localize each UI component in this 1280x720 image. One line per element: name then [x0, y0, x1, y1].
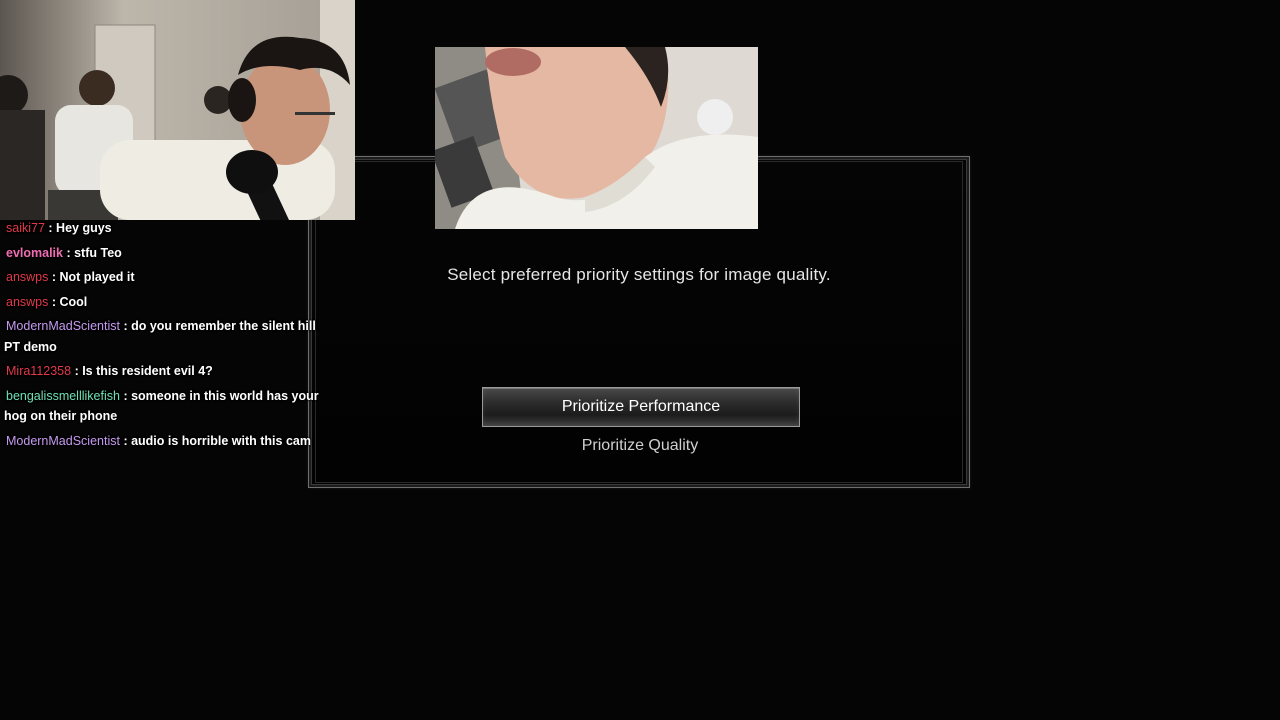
chat-username: saiki77: [6, 221, 45, 235]
chat-username: ModernMadScientist: [6, 319, 120, 333]
chat-username: answps: [6, 270, 49, 284]
chat-username: Mira112358: [6, 364, 72, 378]
chat-text: : audio is horrible with this cam: [123, 433, 311, 448]
chat-message: ModernMadScientist : audio is horrible w…: [4, 431, 320, 452]
chat-username: evlomalik: [6, 245, 63, 260]
chat-username: ModernMadScientist: [6, 433, 120, 448]
chat-message: bengalissmelllikefish : someone in this …: [4, 386, 320, 427]
chat-text: : Is this resident evil 4?: [74, 364, 213, 378]
chat-message: answps : Not played it: [4, 267, 320, 288]
chat-message: answps : Cool: [4, 292, 320, 313]
chat-text: : Hey guys: [48, 221, 112, 235]
chat-overlay: saiki77 : Hey guys evlomalik : stfu Teo …: [4, 218, 320, 455]
chat-message: saiki77 : Hey guys: [4, 218, 320, 239]
chat-text: : Not played it: [51, 270, 135, 284]
phone-webcam: [435, 47, 758, 229]
chat-message: Mira112358 : Is this resident evil 4?: [4, 361, 320, 382]
streamer-webcam: [0, 0, 355, 220]
stream-layout: Select preferred priority settings for i…: [0, 0, 1280, 720]
dialog-prompt: Select preferred priority settings for i…: [447, 265, 831, 284]
chat-username: bengalissmelllikefish: [6, 388, 120, 403]
prioritize-quality-option[interactable]: Prioritize Quality: [482, 428, 798, 464]
prioritize-performance-option[interactable]: Prioritize Performance: [482, 387, 800, 427]
chat-username: answps: [6, 294, 49, 309]
chat-text: : stfu Teo: [66, 245, 122, 260]
chat-text: : Cool: [51, 294, 88, 309]
chat-message: ModernMadScientist : do you remember the…: [4, 316, 320, 357]
chat-message: evlomalik : stfu Teo: [4, 243, 320, 264]
